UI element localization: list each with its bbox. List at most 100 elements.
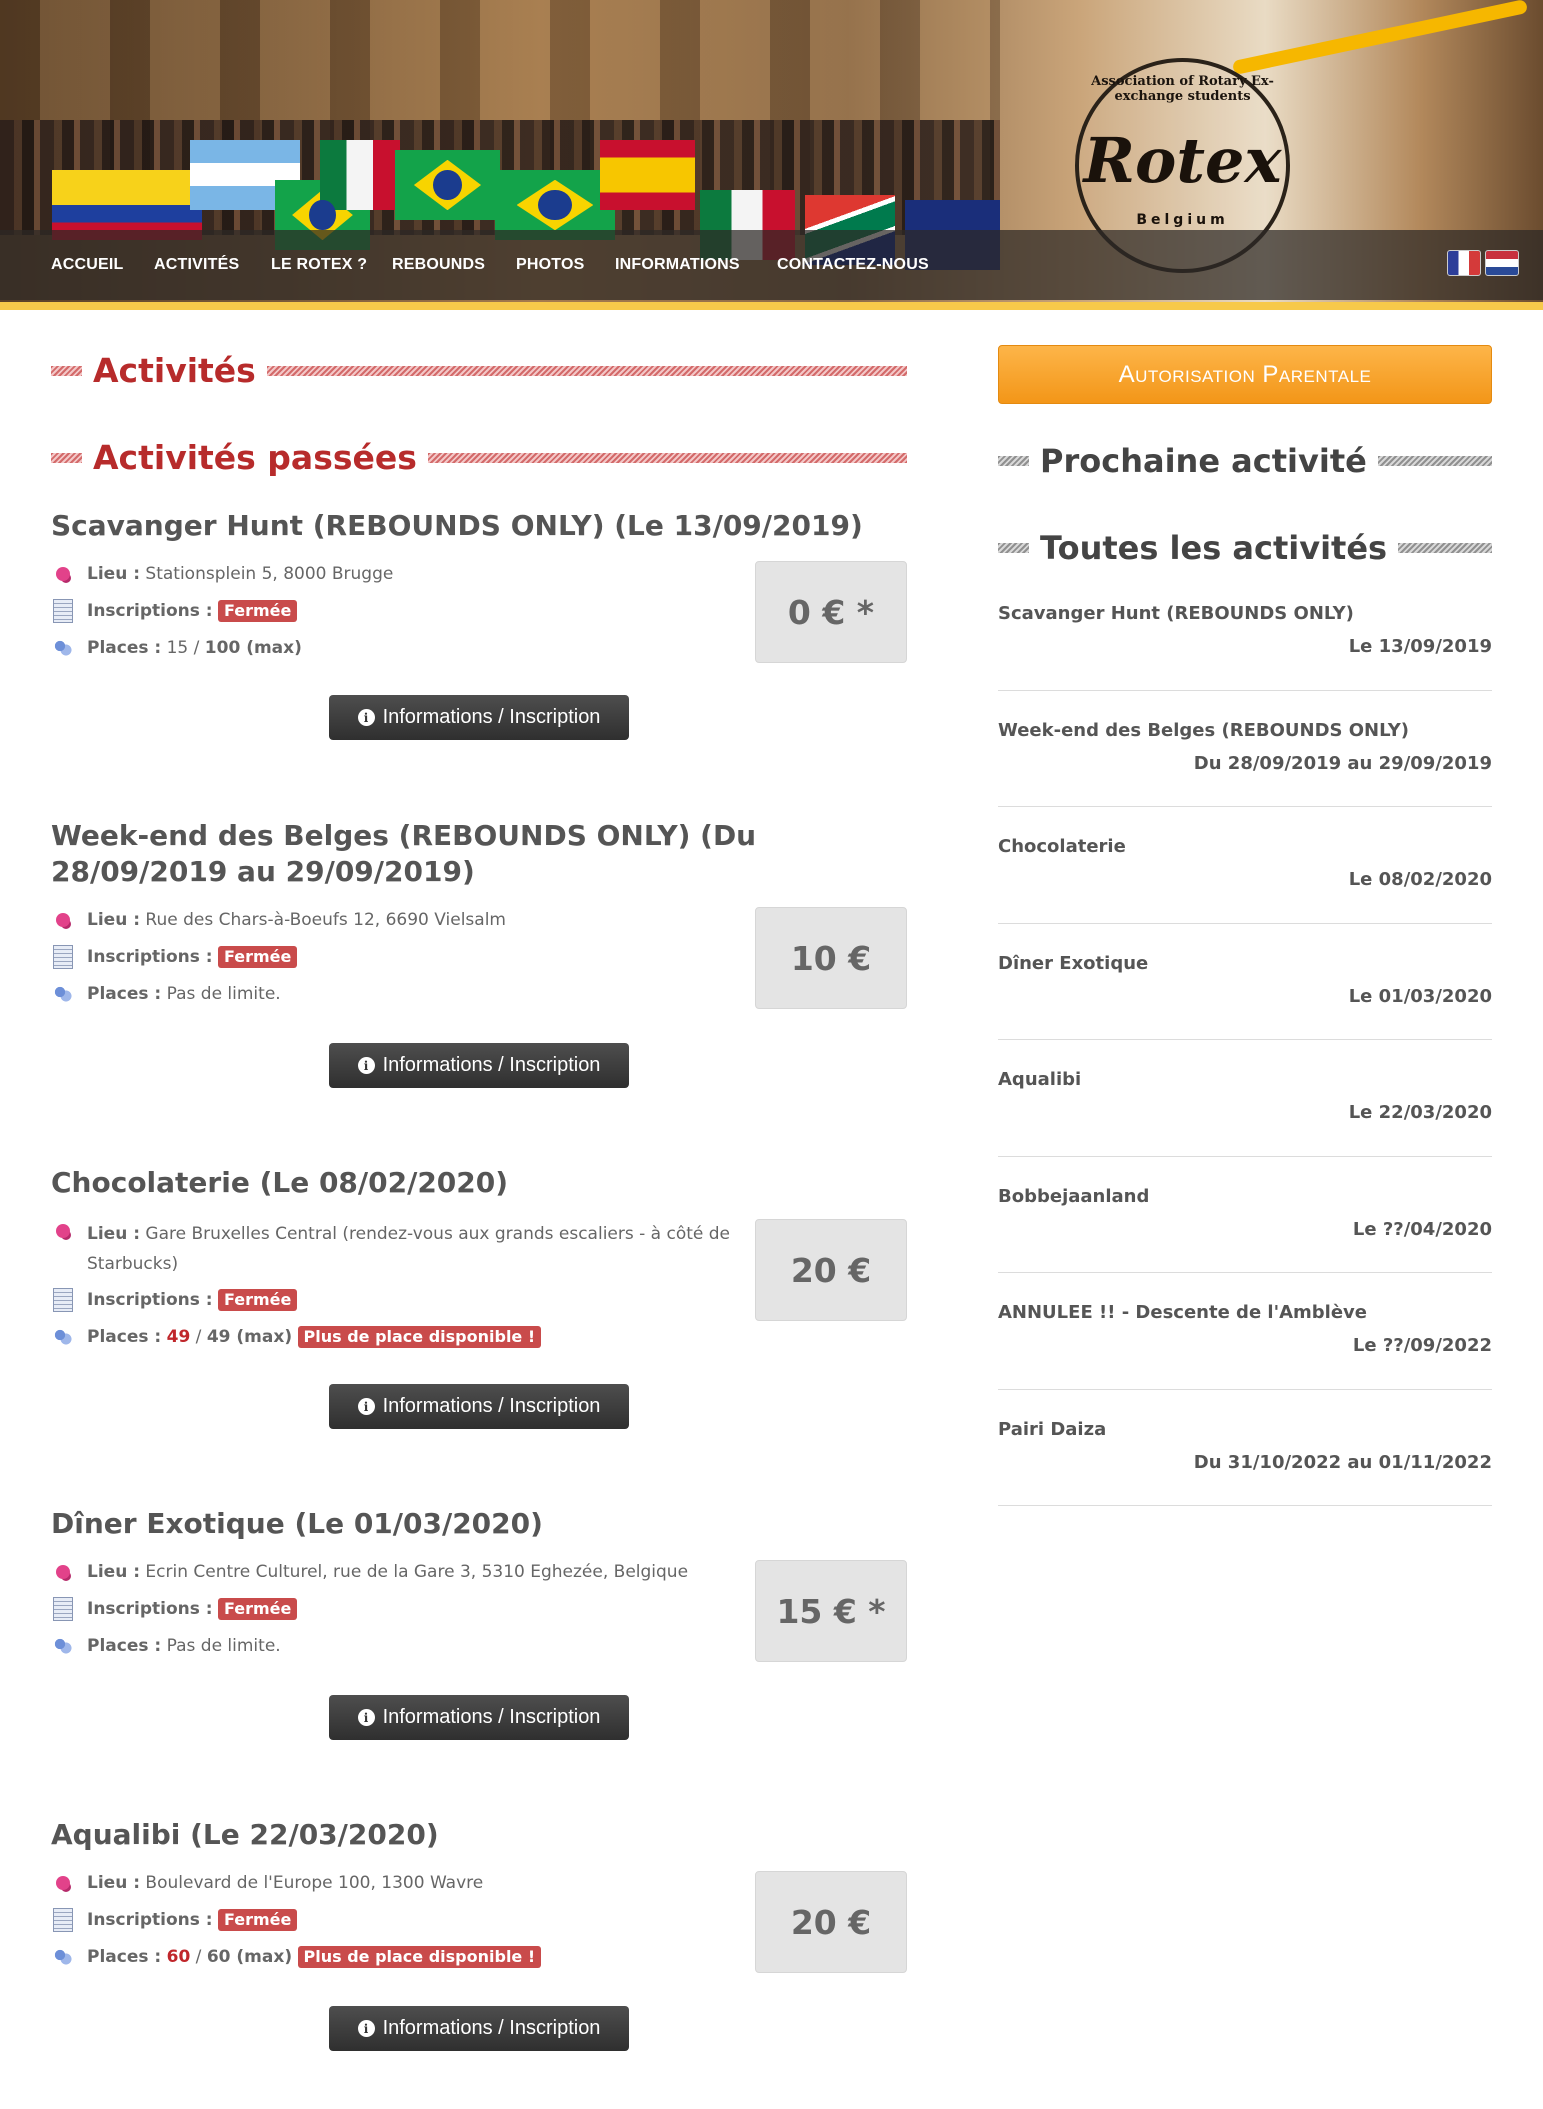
info-inscription-button[interactable]: i Informations / Inscription — [329, 695, 629, 740]
info-inscription-button[interactable]: i Informations / Inscription — [329, 1043, 629, 1088]
title-stripe — [998, 543, 1029, 553]
title-stripe — [266, 365, 907, 376]
sidebar-activity-item[interactable]: Week-end des Belges (REBOUNDS ONLY) Du 2… — [998, 719, 1492, 807]
dutch-flag-icon[interactable] — [1485, 250, 1519, 276]
paddle-graphic — [1231, 0, 1529, 76]
sidebar-activity-name: Scavanger Hunt (REBOUNDS ONLY) — [998, 603, 1354, 624]
nav-rebounds[interactable]: Rebounds — [392, 256, 485, 274]
pin-icon — [51, 562, 75, 586]
pin-icon — [51, 1560, 75, 1584]
page-title: Activités — [51, 351, 907, 390]
title-stripe — [427, 452, 907, 463]
places-taken: 60 — [166, 1947, 191, 1967]
places-label: Places : — [87, 984, 162, 1004]
sidebar-activity-date: Le 08/02/2020 — [1348, 869, 1492, 890]
button-label: Informations / Inscription — [382, 1395, 601, 1417]
nav-informations[interactable]: Informations — [615, 256, 740, 274]
sidebar-activity-item[interactable]: Aqualibi Le 22/03/2020 — [998, 1068, 1492, 1157]
title-stripe — [51, 365, 82, 376]
past-activities-title-text: Activités passées — [93, 438, 417, 477]
lieu-label: Lieu : — [87, 910, 141, 930]
inscriptions-label: Inscriptions : — [87, 1290, 213, 1310]
parental-authorization-button[interactable]: Autorisation Parentale — [998, 345, 1492, 404]
sidebar-activity-item[interactable]: Chocolaterie Le 08/02/2020 — [998, 835, 1492, 924]
places-taken: 49 — [166, 1327, 191, 1347]
sidebar-activity-name: Week-end des Belges (REBOUNDS ONLY) — [998, 720, 1410, 741]
button-label: Informations / Inscription — [382, 2017, 601, 2039]
info-inscription-button[interactable]: i Informations / Inscription — [329, 2006, 629, 2051]
button-label: Informations / Inscription — [382, 706, 601, 728]
sidebar-activity-name: Aqualibi — [998, 1069, 1082, 1090]
flag-brazil — [395, 150, 500, 220]
location-value: Rue des Chars-à-Boeufs 12, 6690 Vielsalm — [145, 910, 506, 930]
activity-location: Lieu : Ecrin Centre Culturel, rue de la … — [51, 1560, 907, 1584]
activity-registration: Inscriptions : Fermée — [51, 945, 907, 969]
info-inscription-button[interactable]: i Informations / Inscription — [329, 1384, 629, 1429]
french-flag-icon[interactable] — [1447, 250, 1481, 276]
sidebar-activity-item[interactable]: Scavanger Hunt (REBOUNDS ONLY) Le 13/09/… — [998, 602, 1492, 691]
document-icon — [51, 1597, 75, 1621]
all-activities-title-text: Toutes les activités — [1040, 529, 1388, 567]
status-badge: Fermée — [217, 946, 298, 968]
language-switcher — [1447, 250, 1519, 276]
pin-icon — [51, 1871, 75, 1895]
people-icon — [51, 1945, 75, 1969]
nav-le-rotex[interactable]: Le Rotex ? — [271, 256, 367, 274]
pin-icon — [51, 1219, 75, 1243]
sidebar-activity-date: Le 01/03/2020 — [1348, 986, 1492, 1007]
people-icon — [51, 636, 75, 660]
next-activity-title: Prochaine activité — [998, 442, 1492, 480]
places-max: 60 (max) — [206, 1947, 293, 1967]
nav-photos[interactable]: Photos — [516, 256, 584, 274]
inscriptions-label: Inscriptions : — [87, 1910, 213, 1930]
places-max: 49 (max) — [206, 1327, 293, 1347]
activity-title: Week-end des Belges (REBOUNDS ONLY) (Du … — [51, 819, 757, 888]
activity-title: Aqualibi (Le 22/03/2020) — [51, 1818, 439, 1851]
nav-accueil[interactable]: Accueil — [51, 256, 124, 274]
sidebar-activity-item[interactable]: ANNULEE !! - Descente de l'Amblève Le ??… — [998, 1301, 1492, 1390]
nav-contactez-nous[interactable]: Contactez-nous — [777, 256, 929, 274]
activity-places: Places : 49 / 49 (max) Plus de place dis… — [51, 1325, 907, 1349]
logo-country: Belgium — [1136, 212, 1229, 228]
info-inscription-button[interactable]: i Informations / Inscription — [329, 1695, 629, 1740]
sidebar-activity-date: Le 22/03/2020 — [1348, 1102, 1492, 1123]
sidebar-activity-date: Le ??/04/2020 — [1352, 1219, 1492, 1240]
people-icon — [51, 982, 75, 1006]
button-label: Informations / Inscription — [382, 1706, 601, 1728]
sidebar-activity-date: Le ??/09/2022 — [1352, 1335, 1492, 1356]
nav-activites[interactable]: Activités — [154, 256, 239, 274]
inscriptions-label: Inscriptions : — [87, 601, 213, 621]
sidebar-activity-item[interactable]: Bobbejaanland Le ??/04/2020 — [998, 1185, 1492, 1273]
sidebar-activity-name: Dîner Exotique — [998, 953, 1149, 974]
document-icon — [51, 1908, 75, 1932]
lieu-label: Lieu : — [87, 564, 141, 584]
people-icon — [51, 1325, 75, 1349]
activity-registration: Inscriptions : Fermée — [51, 1597, 907, 1621]
sidebar-activity-item[interactable]: Pairi Daiza Du 31/10/2022 au 01/11/2022 — [998, 1418, 1492, 1506]
document-icon — [51, 1288, 75, 1312]
places-taken: 15 — [166, 638, 189, 658]
activity-registration: Inscriptions : Fermée — [51, 599, 907, 623]
pin-icon — [51, 908, 75, 932]
document-icon — [51, 599, 75, 623]
status-badge: Fermée — [217, 1598, 298, 1620]
header-banner: Association of Rotary Ex-exchange studen… — [0, 0, 1543, 302]
title-stripe — [998, 456, 1029, 466]
status-badge: Fermée — [217, 1289, 298, 1311]
info-icon: i — [357, 1057, 375, 1074]
main-nav: Accueil Activités Le Rotex ? Rebounds Ph… — [0, 230, 1543, 300]
sidebar-activity-date: Du 28/09/2019 au 29/09/2019 — [1193, 753, 1492, 774]
activity-location: Lieu : Stationsplein 5, 8000 Brugge — [51, 562, 907, 586]
page-title-text: Activités — [93, 351, 256, 390]
full-badge: Plus de place disponible ! — [297, 1326, 542, 1348]
activity-location: Lieu : Boulevard de l'Europe 100, 1300 W… — [51, 1871, 907, 1895]
inscriptions-label: Inscriptions : — [87, 947, 213, 967]
people-icon — [51, 1634, 75, 1658]
activity-card: Dîner Exotique (Le 01/03/2020) 15 € * Li… — [51, 1506, 907, 1740]
activity-card: Scavanger Hunt (REBOUNDS ONLY) (Le 13/09… — [51, 508, 907, 740]
activity-registration: Inscriptions : Fermée — [51, 1288, 907, 1312]
activity-places: Places : 60 / 60 (max) Plus de place dis… — [51, 1945, 907, 1969]
location-value: Gare Bruxelles Central (rendez-vous aux … — [87, 1224, 731, 1274]
sidebar-activity-item[interactable]: Dîner Exotique Le 01/03/2020 — [998, 952, 1492, 1040]
status-badge: Fermée — [217, 1909, 298, 1931]
